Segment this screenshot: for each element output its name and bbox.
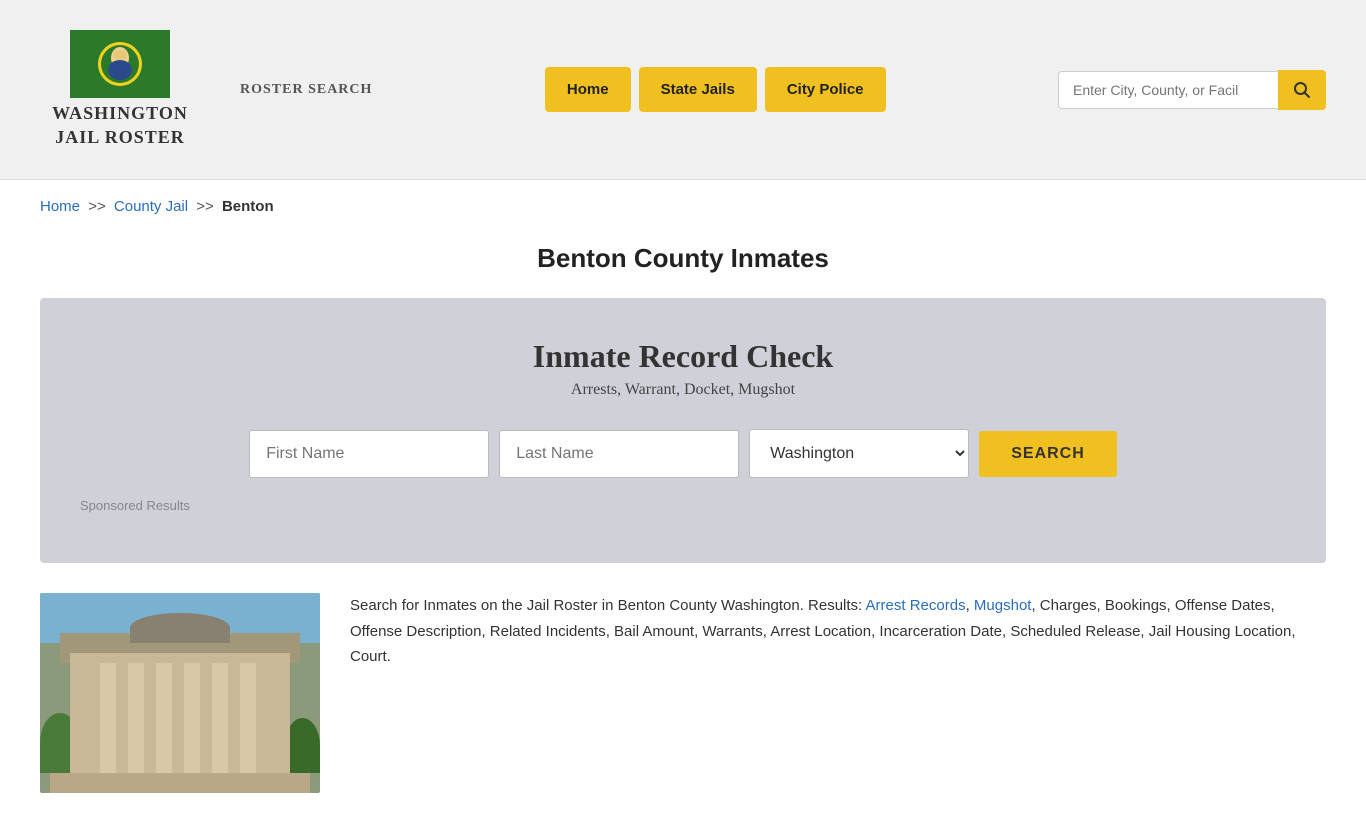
record-check-title: Inmate Record Check — [80, 338, 1286, 375]
record-check-section: Inmate Record Check Arrests, Warrant, Do… — [40, 298, 1326, 563]
page-title: Benton County Inmates — [0, 233, 1366, 298]
last-name-input[interactable] — [499, 430, 739, 478]
record-check-subtitle: Arrests, Warrant, Docket, Mugshot — [80, 381, 1286, 399]
breadcrumb-home-link[interactable]: Home — [40, 198, 80, 215]
nav-home-button[interactable]: Home — [545, 67, 631, 112]
main-nav: Home State Jails City Police — [402, 67, 1028, 112]
breadcrumb-sep2: >> — [196, 198, 214, 215]
nav-state-jails-button[interactable]: State Jails — [639, 67, 757, 112]
sponsored-label: Sponsored Results — [80, 498, 1286, 513]
site-header: WASHINGTON JAIL ROSTER ROSTER SEARCH Hom… — [0, 0, 1366, 180]
bottom-description: Search for Inmates on the Jail Roster in… — [350, 593, 1326, 670]
building-dome — [130, 613, 230, 643]
building-steps — [50, 773, 310, 793]
inmate-search-button[interactable]: SEARCH — [979, 431, 1117, 477]
header-search-input[interactable] — [1058, 71, 1278, 109]
tree-right — [285, 718, 320, 773]
building-main — [70, 653, 290, 793]
breadcrumb-county-jail-link[interactable]: County Jail — [114, 198, 188, 215]
inmate-search-form: Washington Oregon California Idaho SEARC… — [80, 429, 1286, 478]
header-search-button[interactable] — [1278, 70, 1326, 110]
breadcrumb-current: Benton — [222, 198, 274, 215]
roster-search-label: ROSTER SEARCH — [240, 82, 372, 98]
state-select[interactable]: Washington Oregon California Idaho — [749, 429, 969, 478]
search-icon — [1293, 81, 1311, 99]
mugshot-link[interactable]: Mugshot — [974, 597, 1032, 614]
site-title: WASHINGTON JAIL ROSTER — [52, 102, 188, 149]
header-search-area — [1058, 70, 1326, 110]
arrest-records-link[interactable]: Arrest Records — [866, 597, 966, 614]
wa-flag-icon — [70, 30, 170, 98]
breadcrumb-sep1: >> — [88, 198, 106, 215]
first-name-input[interactable] — [249, 430, 489, 478]
bottom-section: Search for Inmates on the Jail Roster in… — [0, 563, 1366, 823]
logo-area: WASHINGTON JAIL ROSTER — [40, 30, 200, 149]
building-image — [40, 593, 320, 793]
nav-city-police-button[interactable]: City Police — [765, 67, 886, 112]
breadcrumb: Home >> County Jail >> Benton — [0, 180, 1366, 233]
